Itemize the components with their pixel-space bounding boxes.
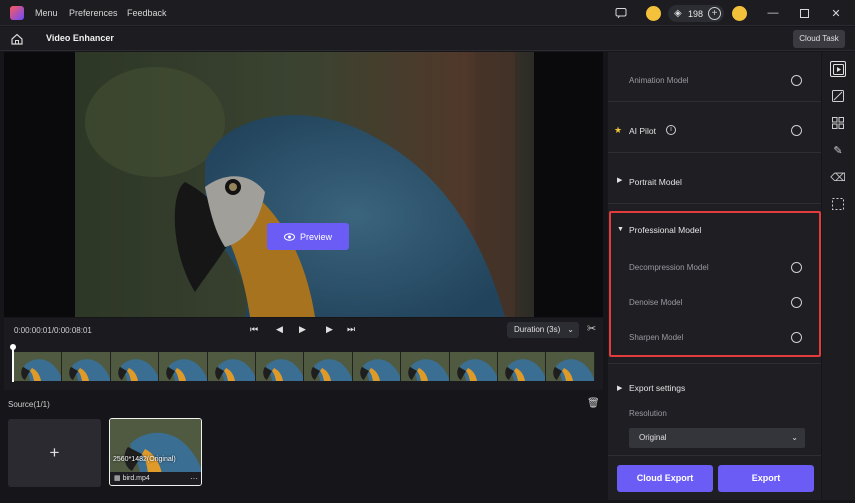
add-media-button[interactable]: +	[8, 419, 101, 487]
timeline-frame	[159, 352, 208, 381]
diamond-icon: ◈	[674, 8, 682, 19]
scissors-icon[interactable]: ✂	[587, 322, 596, 335]
skip-end-icon[interactable]: ⏭	[347, 324, 355, 335]
denoise-model-label: Denoise Model	[629, 298, 683, 307]
chevron-down-icon: ⌄	[791, 433, 798, 442]
info-icon[interactable]: i	[666, 125, 676, 135]
divider	[608, 363, 821, 364]
tool-sidebar: ✎ ⌫	[822, 52, 855, 500]
timeline-frame	[449, 352, 498, 381]
more-options-icon[interactable]: ···	[190, 473, 198, 485]
portrait-model-row[interactable]: ▶ Portrait Model	[608, 154, 821, 204]
timeline-frame	[110, 352, 160, 381]
preview-button-label: Preview	[299, 231, 332, 242]
media-resolution: 2560*1482(Original)	[113, 456, 176, 463]
star-icon: ★	[614, 125, 623, 135]
timeline-frame	[207, 352, 256, 381]
media-filename: ▦ bird.mp4	[110, 472, 201, 485]
model-panel: Animation Model ★ AI Pilot i ▶ Portrait …	[608, 52, 821, 500]
chevron-down-icon: ⌄	[567, 325, 574, 334]
preview-button[interactable]: Preview	[267, 223, 349, 250]
trash-icon[interactable]: 🗑	[587, 398, 600, 409]
caret-right-icon: ▶	[617, 385, 623, 392]
menu-button[interactable]: Menu	[35, 8, 58, 18]
close-icon[interactable]: ✕	[829, 6, 843, 20]
duration-dropdown[interactable]: Duration (3s) ⌄	[507, 322, 579, 338]
resolution-select[interactable]: Original ⌄	[629, 428, 805, 448]
sharpen-model-label: Sharpen Model	[629, 333, 684, 342]
credits-count: 198	[688, 9, 704, 19]
video-enhancer-icon[interactable]	[830, 61, 846, 77]
caret-down-icon: ▼	[617, 226, 624, 233]
decompression-model-radio[interactable]	[791, 262, 802, 273]
animation-model-label: Animation Model	[629, 76, 689, 85]
coin-icon[interactable]	[646, 6, 661, 21]
preferences-button[interactable]: Preferences	[69, 8, 118, 18]
resolution-label: Resolution	[629, 409, 667, 418]
sharpen-model-radio[interactable]	[791, 332, 802, 343]
source-panel: Source(1/1) 🗑 + 2560*1482(Original) ▦ bi…	[4, 392, 603, 500]
timeline-frame	[352, 352, 402, 381]
title-bar: Menu Preferences Feedback ◈ 198 + — ✕	[0, 0, 855, 26]
export-button[interactable]: Export	[718, 465, 814, 492]
eraser-icon[interactable]: ⌫	[830, 169, 846, 185]
prev-frame-icon[interactable]: ◀	[276, 324, 283, 335]
play-icon[interactable]: ▶	[299, 324, 306, 335]
home-icon[interactable]	[10, 32, 24, 46]
media-thumbnail[interactable]: 2560*1482(Original) ▦ bird.mp4 ···	[109, 418, 202, 486]
minimize-icon[interactable]: —	[766, 6, 780, 20]
ai-pilot-row[interactable]: ★ AI Pilot i	[608, 103, 821, 153]
frame-strip[interactable]	[14, 352, 595, 381]
timeline-frame	[401, 352, 450, 381]
animation-model-radio[interactable]	[791, 75, 802, 86]
preview-image	[75, 52, 534, 317]
cloud-task-button[interactable]: Cloud Task	[793, 30, 845, 48]
ai-pilot-radio[interactable]	[791, 125, 802, 136]
timeline-frame	[14, 352, 63, 381]
film-icon: ▦	[114, 475, 123, 482]
portrait-model-label: Portrait Model	[629, 177, 682, 187]
timeline-frame	[255, 352, 305, 381]
playhead[interactable]	[12, 346, 14, 382]
duration-label: Duration (3s)	[514, 325, 561, 334]
denoise-model-radio[interactable]	[791, 297, 802, 308]
timeline-frame	[304, 352, 353, 381]
professional-model-label[interactable]: Professional Model	[629, 225, 701, 235]
caret-right-icon: ▶	[617, 177, 623, 184]
toolbar: Video Enhancer Cloud Task	[0, 27, 855, 51]
user-avatar-icon[interactable]	[732, 6, 747, 21]
timeline-frame	[497, 352, 547, 381]
feedback-button[interactable]: Feedback	[127, 8, 167, 18]
pencil-icon[interactable]: ✎	[830, 142, 846, 158]
ai-pilot-label: AI Pilot	[629, 126, 656, 136]
timeline-frame	[546, 352, 595, 381]
credits-badge[interactable]: ◈ 198 +	[668, 5, 724, 22]
resolution-value: Original	[639, 433, 667, 442]
page-title: Video Enhancer	[46, 33, 114, 43]
cloud-export-button[interactable]: Cloud Export	[617, 465, 713, 492]
grid-icon[interactable]	[830, 115, 846, 131]
select-area-icon[interactable]	[830, 196, 846, 212]
eye-icon	[283, 232, 295, 241]
decompression-model-label: Decompression Model	[629, 263, 709, 272]
timeline: 0:00:00:01/0:00:08:01 ⏮ ◀ ▶ ▶ ⏭ Duration…	[4, 318, 603, 390]
timeline-frame	[62, 352, 111, 381]
image-edit-icon[interactable]	[830, 88, 846, 104]
time-counter: 0:00:00:01/0:00:08:01	[14, 326, 92, 335]
maximize-icon[interactable]	[797, 6, 811, 20]
video-preview: Preview	[4, 52, 603, 317]
animation-model-row[interactable]: Animation Model	[608, 52, 821, 102]
divider	[608, 455, 821, 456]
source-title: Source(1/1)	[8, 400, 50, 409]
add-credits-icon[interactable]: +	[708, 7, 721, 20]
app-logo	[10, 6, 24, 20]
next-frame-icon[interactable]: ▶	[326, 324, 333, 335]
skip-start-icon[interactable]: ⏮	[250, 324, 258, 335]
message-icon[interactable]	[614, 6, 628, 20]
export-settings-label[interactable]: Export settings	[629, 383, 685, 393]
